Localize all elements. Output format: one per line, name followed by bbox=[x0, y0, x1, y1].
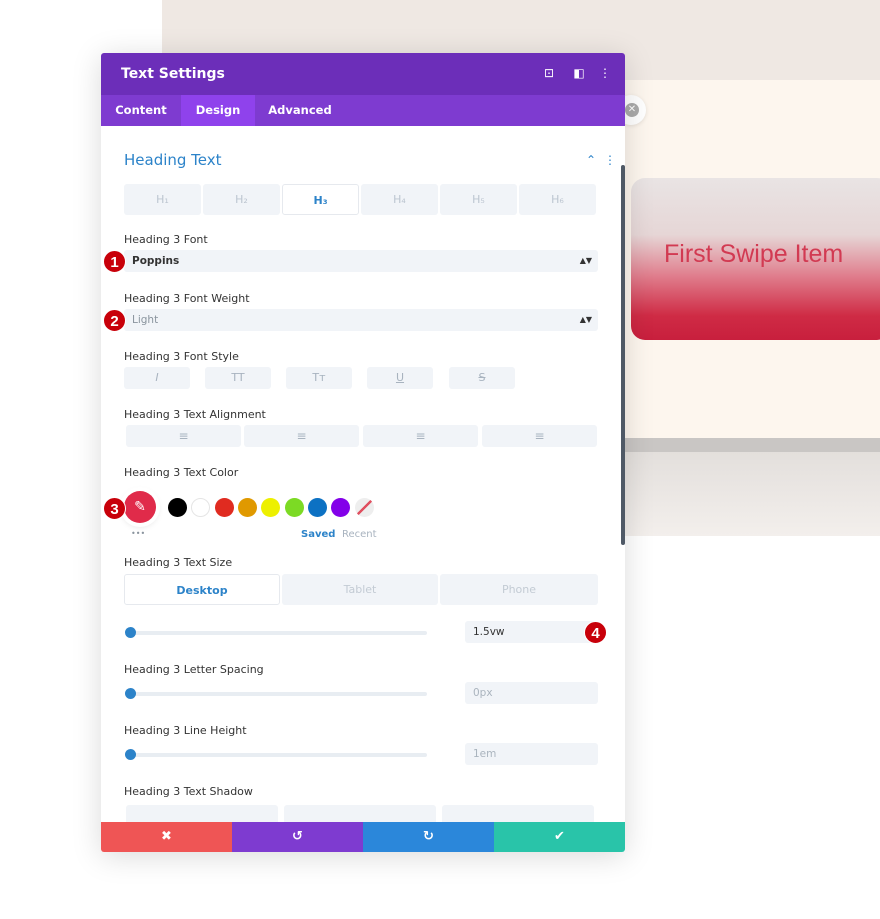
line-height-slider-handle[interactable] bbox=[125, 749, 136, 760]
line-height-slider[interactable] bbox=[130, 753, 427, 757]
text-shadow-label: Heading 3 Text Shadow bbox=[124, 785, 253, 798]
letter-spacing-label: Heading 3 Letter Spacing bbox=[124, 663, 264, 676]
line-height-label: Heading 3 Line Height bbox=[124, 724, 247, 737]
device-tab-tablet[interactable]: Tablet bbox=[282, 574, 438, 605]
tab-content[interactable]: Content bbox=[101, 95, 181, 126]
panel-title: Text Settings bbox=[121, 66, 225, 82]
font-select[interactable]: Poppins ▲▼ bbox=[124, 250, 598, 272]
tab-advanced[interactable]: Advanced bbox=[255, 95, 345, 126]
recent-colors-tab[interactable]: Recent bbox=[342, 529, 377, 540]
select-arrows-icon: ▲▼ bbox=[579, 256, 592, 265]
letter-spacing-slider-handle[interactable] bbox=[125, 688, 136, 699]
color-swatch-green[interactable] bbox=[285, 498, 304, 517]
italic-button[interactable]: I bbox=[124, 367, 190, 389]
split-view-icon[interactable]: ◧ bbox=[572, 66, 586, 80]
panel-footer: ✖ ↺ ↻ ✔ bbox=[101, 822, 625, 852]
clear-color-icon[interactable] bbox=[355, 498, 374, 517]
heading-level-h4[interactable]: H₄ bbox=[361, 184, 438, 215]
alignment-label: Heading 3 Text Alignment bbox=[124, 408, 266, 421]
font-weight-value: Light bbox=[132, 314, 159, 326]
saved-colors-tab[interactable]: Saved bbox=[301, 529, 335, 540]
color-swatch-purple[interactable] bbox=[331, 498, 350, 517]
font-style-label: Heading 3 Font Style bbox=[124, 350, 239, 363]
device-tab-desktop[interactable]: Desktop bbox=[124, 574, 280, 605]
strikethrough-button[interactable]: S bbox=[449, 367, 515, 389]
color-swatch-red[interactable] bbox=[215, 498, 234, 517]
font-weight-select[interactable]: Light ▲▼ bbox=[124, 309, 598, 331]
undo-button[interactable]: ↺ bbox=[232, 822, 363, 852]
align-right-button[interactable]: ≡ bbox=[363, 425, 478, 447]
more-colors-button[interactable]: ••• bbox=[131, 529, 145, 538]
font-value: Poppins bbox=[132, 255, 180, 267]
color-swatch-black[interactable] bbox=[168, 498, 187, 517]
capitalize-button[interactable]: Tт bbox=[286, 367, 352, 389]
uppercase-button[interactable]: TT bbox=[205, 367, 271, 389]
align-left-button[interactable]: ≡ bbox=[126, 425, 241, 447]
panel-scrollbar[interactable] bbox=[621, 165, 625, 545]
text-size-label: Heading 3 Text Size bbox=[124, 556, 233, 569]
align-center-button[interactable]: ≡ bbox=[244, 425, 359, 447]
font-label: Heading 3 Font bbox=[124, 233, 208, 246]
panel-header: Text Settings ⊡ ◧ ⋮ bbox=[101, 53, 625, 95]
step-badge-2: 2 bbox=[103, 309, 126, 332]
chevron-up-icon[interactable]: ⌃ bbox=[586, 153, 596, 167]
step-badge-3: 3 bbox=[103, 497, 126, 520]
step-badge-4: 4 bbox=[584, 621, 607, 644]
heading-level-h2[interactable]: H₂ bbox=[203, 184, 280, 215]
align-justify-button[interactable]: ≡ bbox=[482, 425, 597, 447]
redo-button[interactable]: ↻ bbox=[363, 822, 494, 852]
underline-button[interactable]: U bbox=[367, 367, 433, 389]
section-divider bbox=[600, 438, 880, 452]
section-title[interactable]: Heading Text bbox=[124, 151, 222, 169]
letter-spacing-slider[interactable] bbox=[130, 692, 427, 696]
preview-section-lower bbox=[600, 452, 880, 536]
text-size-slider-handle[interactable] bbox=[125, 627, 136, 638]
heading-level-h1[interactable]: H₁ bbox=[124, 184, 201, 215]
more-vertical-icon[interactable]: ⋮ bbox=[598, 66, 612, 80]
section-more-icon[interactable]: ⋮ bbox=[604, 153, 616, 167]
focus-icon[interactable]: ⊡ bbox=[542, 66, 556, 80]
color-swatch-blue[interactable] bbox=[308, 498, 327, 517]
text-settings-panel: Text Settings ⊡ ◧ ⋮ Content Design Advan… bbox=[101, 53, 625, 852]
color-swatch-orange[interactable] bbox=[238, 498, 257, 517]
text-size-input[interactable]: 1.5vw bbox=[465, 621, 598, 643]
heading-level-h6[interactable]: H₆ bbox=[519, 184, 596, 215]
select-arrows-icon: ▲▼ bbox=[579, 315, 592, 324]
step-badge-1: 1 bbox=[103, 250, 126, 273]
swipe-item-title: First Swipe Item bbox=[664, 240, 844, 268]
text-color-label: Heading 3 Text Color bbox=[124, 466, 239, 479]
letter-spacing-input[interactable]: 0px bbox=[465, 682, 598, 704]
color-swatch-yellow[interactable] bbox=[261, 498, 280, 517]
save-button[interactable]: ✔ bbox=[494, 822, 625, 852]
device-tab-phone[interactable]: Phone bbox=[440, 574, 598, 605]
cancel-button[interactable]: ✖ bbox=[101, 822, 232, 852]
tab-design[interactable]: Design bbox=[181, 95, 255, 126]
text-size-slider[interactable] bbox=[130, 631, 427, 635]
font-weight-label: Heading 3 Font Weight bbox=[124, 292, 250, 305]
heading-level-h3[interactable]: H₃ bbox=[282, 184, 359, 215]
heading-level-h5[interactable]: H₅ bbox=[440, 184, 517, 215]
close-icon: ✕ bbox=[625, 103, 639, 117]
panel-tabs: Content Design Advanced bbox=[101, 95, 625, 126]
line-height-input[interactable]: 1em bbox=[465, 743, 598, 765]
color-picker-eyedropper-icon[interactable]: ✎ bbox=[124, 491, 156, 523]
color-swatch-white[interactable] bbox=[191, 498, 210, 517]
